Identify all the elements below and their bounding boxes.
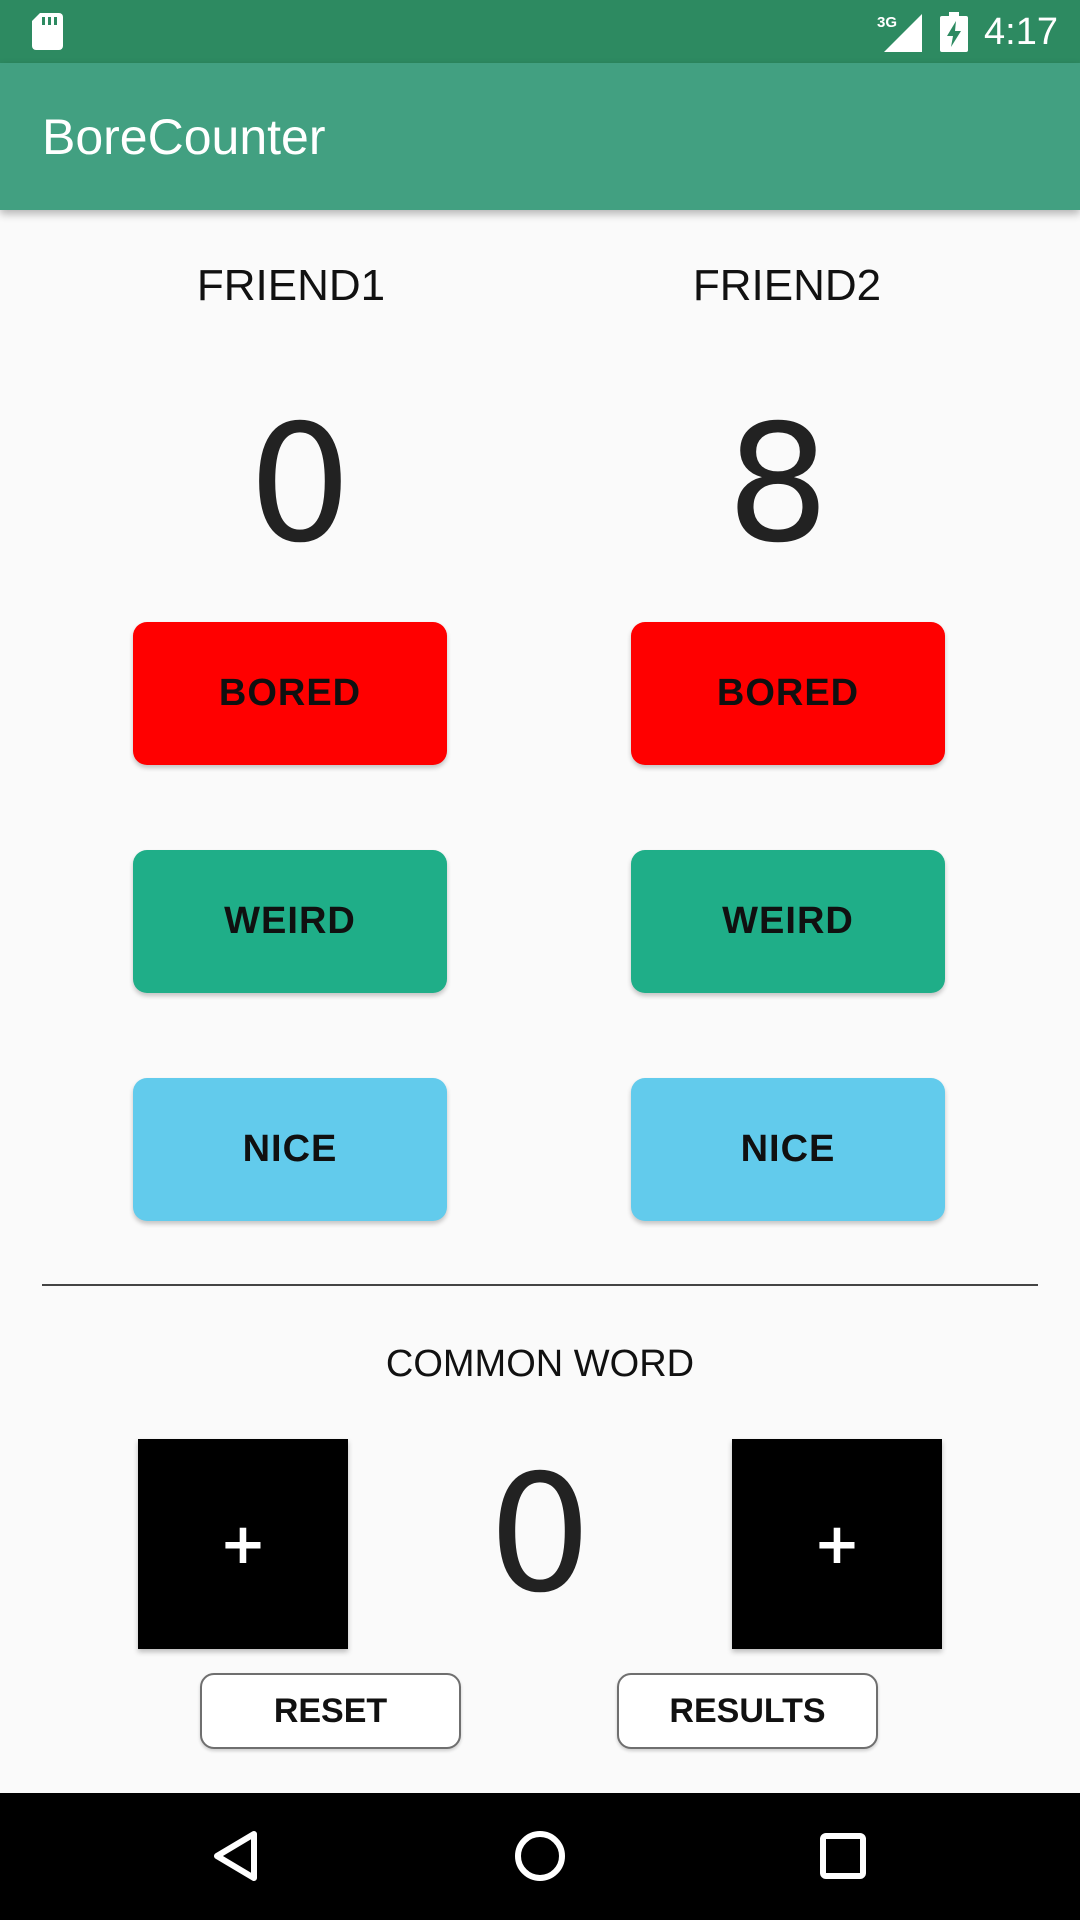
friend2-label: FRIEND2 <box>692 261 882 310</box>
common-word-score: 0 <box>488 1441 592 1629</box>
recents-icon[interactable] <box>808 1821 878 1891</box>
app-title: BoreCounter <box>42 109 326 165</box>
network-type-label: 3G <box>877 14 897 31</box>
friend1-weird-button[interactable]: WEIRD <box>133 850 447 993</box>
friend1-bored-button[interactable]: BORED <box>133 622 447 765</box>
app-bar: BoreCounter <box>0 63 1080 210</box>
friend2-weird-button[interactable]: WEIRD <box>631 850 945 993</box>
friend2-score: 8 <box>726 391 830 579</box>
navigation-bar <box>0 1793 1080 1920</box>
status-bar: 3G 4:17 <box>0 0 1080 63</box>
friend1-nice-button[interactable]: NICE <box>133 1078 447 1221</box>
friend1-label: FRIEND1 <box>196 261 386 310</box>
clock: 4:17 <box>984 11 1058 53</box>
home-icon[interactable] <box>505 1821 575 1891</box>
sd-card-icon <box>32 13 63 50</box>
friend1-score: 0 <box>248 391 352 579</box>
friend2-common-plus-button[interactable]: + <box>732 1439 942 1649</box>
friend2-nice-button[interactable]: NICE <box>631 1078 945 1221</box>
results-button[interactable]: RESULTS <box>617 1673 878 1749</box>
battery-charging-icon <box>940 12 968 52</box>
friend2-bored-button[interactable]: BORED <box>631 622 945 765</box>
divider <box>42 1284 1038 1286</box>
reset-button[interactable]: RESET <box>200 1673 461 1749</box>
common-word-label: COMMON WORD <box>385 1343 695 1385</box>
signal-icon: 3G <box>877 14 922 52</box>
back-icon[interactable] <box>202 1821 272 1891</box>
friend1-common-plus-button[interactable]: + <box>138 1439 348 1649</box>
